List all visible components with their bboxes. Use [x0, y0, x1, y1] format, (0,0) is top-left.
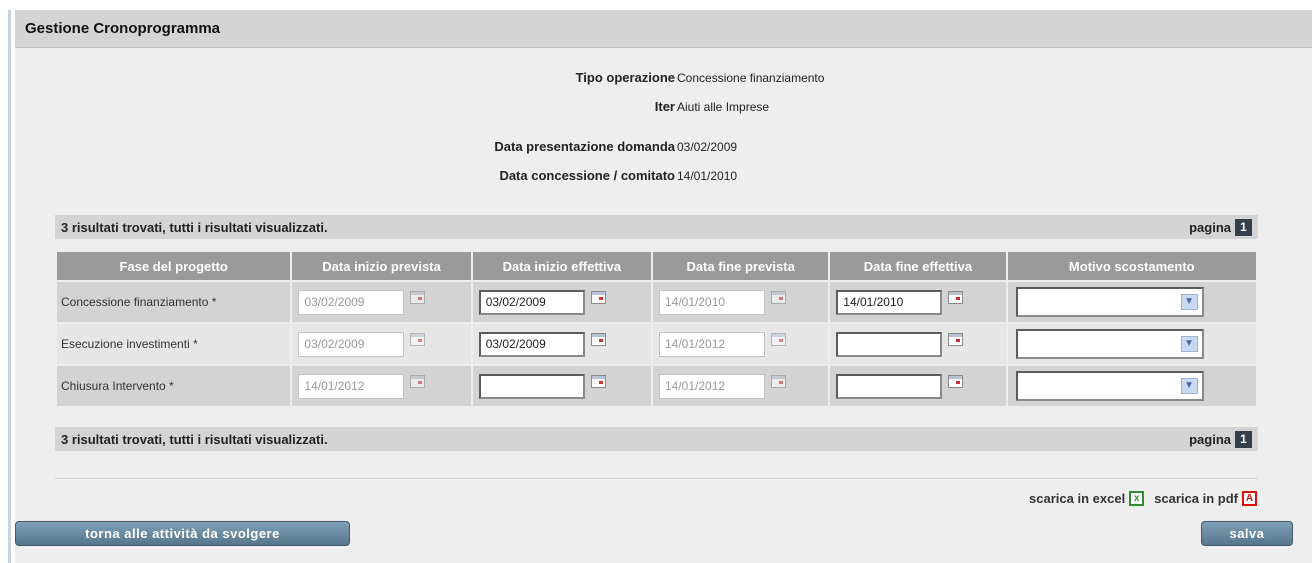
- data-inizio-effettiva-cell: [472, 366, 651, 406]
- motivo-scostamento-cell: ▼: [1007, 282, 1256, 322]
- panel-header: Gestione Cronoprogramma: [15, 10, 1312, 48]
- info-label: Data concessione / comitato: [499, 168, 675, 183]
- motivo-scostamento-cell: ▼: [1007, 366, 1256, 406]
- download-pdf-link[interactable]: scarica in pdf A: [1154, 491, 1257, 506]
- data-inizio-prevista-input: [298, 373, 405, 399]
- data-fine-effettiva-input[interactable]: [836, 331, 943, 357]
- data-inizio-prevista-cell: [292, 282, 471, 322]
- info-value: Concessione finanziamento: [677, 71, 825, 85]
- data-fine-effettiva-input[interactable]: [836, 289, 943, 315]
- page-title: Gestione Cronoprogramma: [25, 20, 221, 37]
- calendar-icon: [410, 332, 426, 346]
- calendar-icon: [770, 332, 786, 346]
- data-fine-prevista-cell: [652, 282, 829, 322]
- download-links: scarica in excel x scarica in pdf A: [1029, 491, 1257, 506]
- page-label: pagina: [1189, 219, 1231, 235]
- table-row: Chiusura Intervento * 14/01/2012 14/01/2…: [57, 366, 1256, 406]
- download-pdf-label: scarica in pdf: [1154, 491, 1238, 506]
- data-inizio-effettiva-input[interactable]: [478, 373, 585, 399]
- results-summary: 3 risultati trovati, tutti i risultati v…: [61, 431, 328, 447]
- info-value: 14/01/2010: [677, 169, 738, 183]
- page-number-button[interactable]: 1: [1235, 218, 1252, 236]
- pagination: pagina 1: [1189, 430, 1252, 448]
- table-row: Esecuzione investimenti * 03/02/2009 03/…: [57, 324, 1256, 364]
- info-value: Aiuti alle Imprese: [677, 100, 770, 114]
- data-inizio-effettiva-input[interactable]: [478, 331, 585, 357]
- calendar-icon[interactable]: [590, 290, 606, 304]
- data-fine-prevista-cell: [652, 366, 829, 406]
- info-tipo-operazione: Tipo operazione: [15, 70, 675, 85]
- data-fine-effettiva-cell: [830, 366, 1006, 406]
- column-header: Data fine prevista: [652, 252, 829, 280]
- calendar-icon: [410, 290, 426, 304]
- info-label: Iter: [654, 99, 675, 114]
- data-inizio-effettiva-input[interactable]: [478, 289, 585, 315]
- fase-cell: Concessione finanziamento *: [57, 282, 291, 322]
- table-row: Concessione finanziamento * 03/02/2009 0…: [57, 282, 1256, 322]
- table-header-row: Fase del progetto Data inizio prevista D…: [57, 252, 1256, 280]
- info-label: Data presentazione domanda: [494, 139, 675, 154]
- page-label: pagina: [1189, 431, 1231, 447]
- column-header: Data inizio effettiva: [472, 252, 651, 280]
- data-fine-prevista-input: [658, 373, 765, 399]
- column-header: Data fine effettiva: [830, 252, 1006, 280]
- data-fine-prevista-input: [658, 289, 765, 315]
- left-border-rule: [8, 10, 11, 563]
- calendar-icon: [770, 374, 786, 388]
- motivo-scostamento-select[interactable]: ▼: [1015, 287, 1204, 317]
- data-fine-effettiva-cell: [830, 282, 1006, 322]
- calendar-icon[interactable]: [590, 374, 606, 388]
- fase-cell: Esecuzione investimenti *: [57, 324, 291, 364]
- download-excel-link[interactable]: scarica in excel x: [1029, 491, 1145, 506]
- pagination: pagina 1: [1189, 218, 1252, 236]
- calendar-icon: [410, 374, 426, 388]
- chevron-down-icon[interactable]: ▼: [1180, 294, 1198, 310]
- motivo-scostamento-cell: ▼: [1007, 324, 1256, 364]
- calendar-icon[interactable]: [948, 374, 964, 388]
- calendar-icon[interactable]: [590, 332, 606, 346]
- data-inizio-prevista-input: [298, 331, 405, 357]
- results-bar-top: 3 risultati trovati, tutti i risultati v…: [55, 215, 1258, 239]
- chevron-down-icon[interactable]: ▼: [1180, 336, 1198, 352]
- data-inizio-prevista-input: [298, 289, 405, 315]
- data-fine-effettiva-cell: [830, 324, 1006, 364]
- column-header: Data inizio prevista: [292, 252, 471, 280]
- results-bar-bottom: 3 risultati trovati, tutti i risultati v…: [55, 427, 1258, 451]
- data-inizio-prevista-cell: [292, 366, 471, 406]
- info-value: 03/02/2009: [677, 140, 738, 154]
- data-fine-prevista-cell: [652, 324, 829, 364]
- pdf-icon[interactable]: A: [1242, 491, 1257, 506]
- page-number-button[interactable]: 1: [1235, 430, 1252, 448]
- download-excel-label: scarica in excel: [1029, 491, 1126, 506]
- motivo-scostamento-select[interactable]: ▼: [1015, 329, 1204, 359]
- cronoprogramma-panel: Gestione Cronoprogramma Tipo operazione …: [15, 10, 1312, 563]
- fase-cell: Chiusura Intervento *: [57, 366, 291, 406]
- calendar-icon: [770, 290, 786, 304]
- data-inizio-effettiva-cell: [472, 282, 651, 322]
- chevron-down-icon[interactable]: ▼: [1180, 378, 1198, 394]
- info-data-concessione: Data concessione / comitato: [15, 168, 675, 183]
- motivo-scostamento-select[interactable]: ▼: [1015, 371, 1204, 401]
- calendar-icon[interactable]: [948, 332, 964, 346]
- cronoprogramma-table: Fase del progetto Data inizio prevista D…: [55, 250, 1258, 408]
- results-summary: 3 risultati trovati, tutti i risultati v…: [61, 219, 328, 235]
- save-button[interactable]: salva: [1201, 521, 1293, 546]
- info-data-presentazione: Data presentazione domanda: [15, 139, 675, 154]
- info-label: Tipo operazione: [575, 70, 675, 85]
- data-fine-prevista-input: [658, 331, 765, 357]
- back-to-activities-button[interactable]: torna alle attività da svolgere: [15, 521, 350, 546]
- column-header: Motivo scostamento: [1007, 252, 1256, 280]
- data-inizio-effettiva-cell: [472, 324, 651, 364]
- data-inizio-prevista-cell: [292, 324, 471, 364]
- column-header: Fase del progetto: [57, 252, 291, 280]
- data-fine-effettiva-input[interactable]: [836, 373, 943, 399]
- info-iter: Iter: [15, 99, 675, 114]
- divider: [55, 478, 1258, 479]
- excel-icon[interactable]: x: [1129, 491, 1145, 506]
- calendar-icon[interactable]: [948, 290, 964, 304]
